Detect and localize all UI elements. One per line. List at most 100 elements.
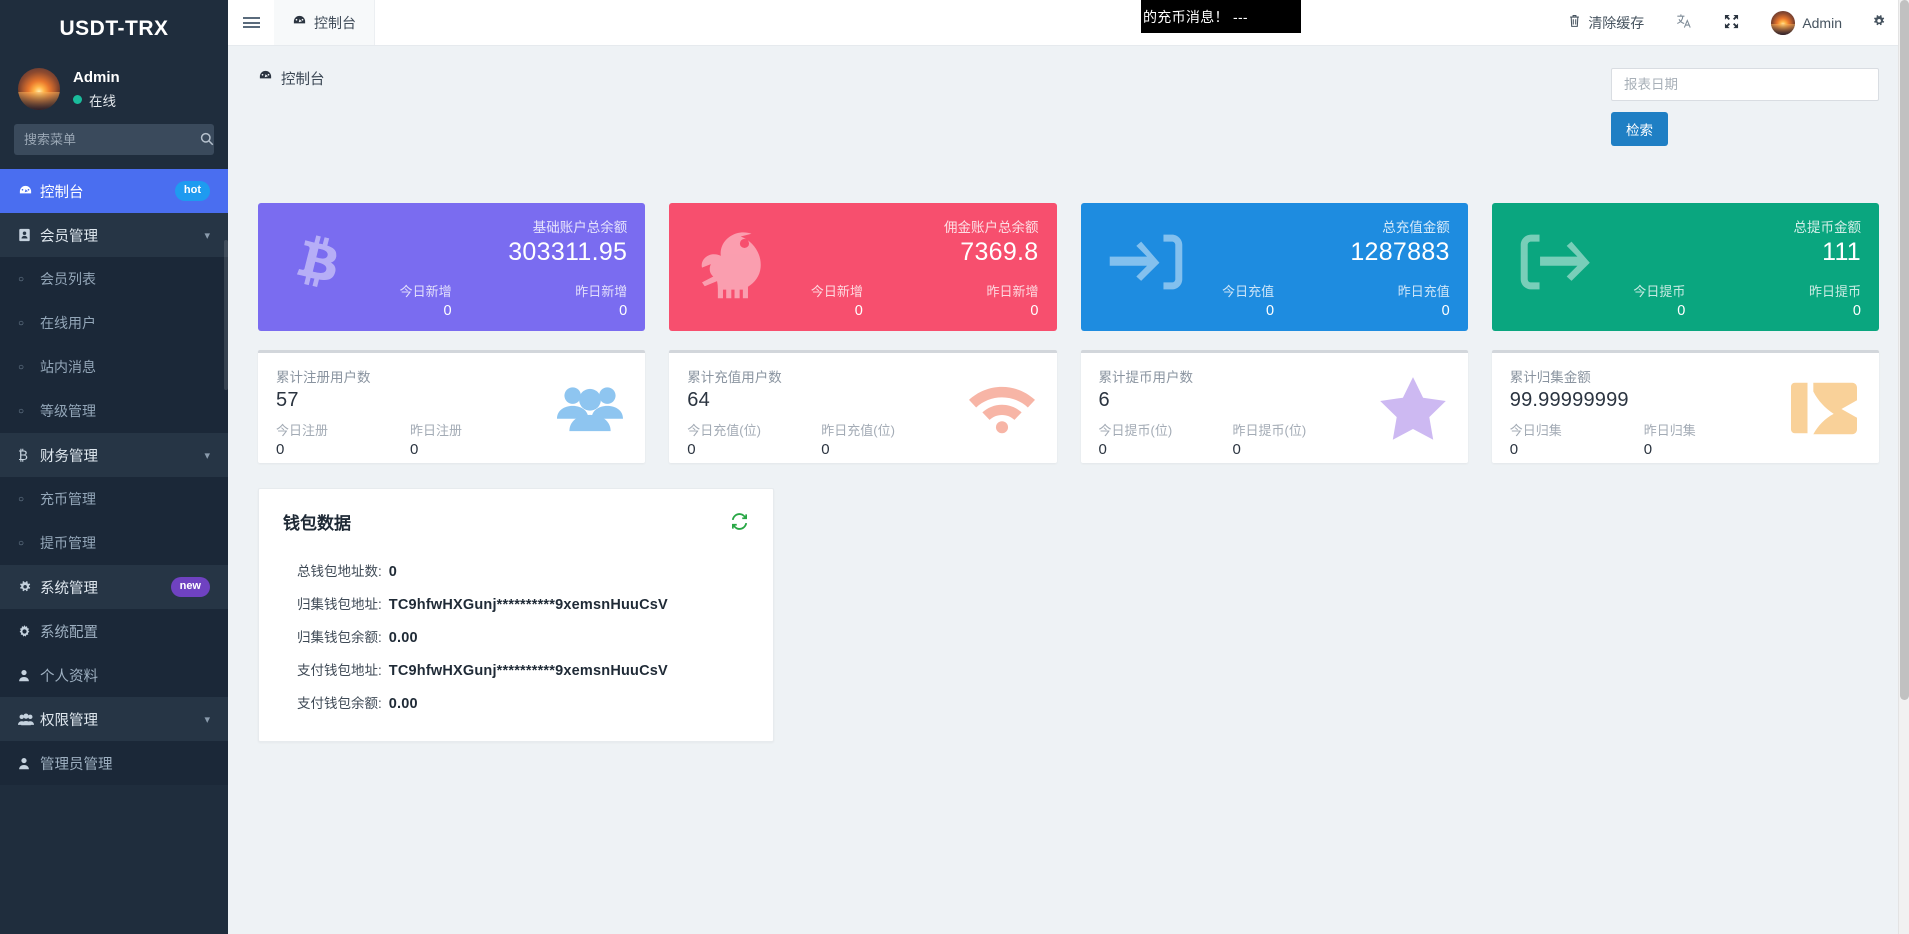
white-card-yesterday-label: 昨日充值(位) [821,420,955,439]
users-icon [18,713,40,726]
sidebar-item-finance-mgmt[interactable]: ₿ 财务管理 ▾ [0,433,228,477]
scrollbar-thumb[interactable] [1900,0,1909,700]
white-card-yesterday-label: 昨日归集 [1644,420,1778,439]
sidebar-search [0,124,228,169]
topbar-actions: 清除缓存 [1552,0,1909,45]
wallet-rows: 总钱包地址数: 0 归集钱包地址: TC9hfwHXGunj**********… [283,554,749,719]
search-icon[interactable] [200,132,214,148]
sidebar-item-label: 个人资料 [40,665,210,686]
stat-card-yesterday-label: 昨日新增 [452,281,628,300]
sidebar-item-label: 权限管理 [40,709,204,730]
circle-icon: ○ [18,494,40,505]
wallet-row-label: 归集钱包余额: [297,626,382,646]
clear-cache-button[interactable]: 清除缓存 [1552,0,1660,46]
language-button[interactable] [1660,0,1708,46]
sidebar-item-label: 系统配置 [40,621,210,642]
profile-status-label: 在线 [89,90,116,110]
sidebar-item-level-mgmt[interactable]: ○ 等级管理 [0,389,228,433]
wallet-row-label: 支付钱包余额: [297,692,382,712]
fullscreen-button[interactable] [1708,0,1755,46]
tab-label: 控制台 [314,13,356,33]
stat-card-title: 佣金账户总余额 [687,216,1038,236]
topbar: 控制台 的充币消息！ --- 清除缓存 [228,0,1909,46]
avatar-icon [1771,11,1795,35]
stat-card-yesterday-value: 0 [1274,303,1450,319]
white-card-registered-users: 累计注册用户数 57 今日注册0 昨日注册0 [258,350,645,463]
wallet-row: 归集钱包地址: TC9hfwHXGunj**********9xemsnHuuC… [283,587,749,620]
marquee-text: 的充币消息！ --- [1141,7,1248,27]
refresh-icon[interactable] [730,512,749,531]
user-icon [18,669,40,682]
sidebar-item-site-messages[interactable]: ○ 站内消息 [0,345,228,389]
white-card-today-value: 0 [1099,441,1233,458]
report-filter: 检索 [1611,68,1879,146]
sidebar-item-label: 财务管理 [40,445,204,466]
page-scrollbar[interactable] [1898,0,1909,934]
sidebar-item-withdraw-mgmt[interactable]: ○ 提币管理 [0,521,228,565]
wallet-row-label: 支付钱包地址: [297,659,382,679]
wallet-row-label: 总钱包地址数: [297,560,382,580]
tab-dashboard[interactable]: 控制台 [274,0,375,45]
trash-icon [1568,14,1581,31]
dashboard-icon [18,184,40,199]
sidebar-menu: 控制台 hot 会员管理 ▾ ○ 会员列表 ○ 在线用户 ○ 站内消息 [0,169,228,785]
sidebar-item-dashboard[interactable]: 控制台 hot [0,169,228,213]
app-root: USDT-TRX Admin 在线 [0,0,1909,934]
wallet-panel-header: 钱包数据 [283,509,749,534]
settings-button[interactable] [1858,0,1901,46]
stat-card-total-deposit: 总充值金额 1287883 今日充值0 昨日充值0 [1081,203,1468,331]
stat-card-yesterday-label: 昨日提币 [1685,281,1861,300]
search-button[interactable]: 检索 [1611,112,1668,146]
white-card-yesterday-value: 0 [1644,441,1778,458]
sidebar: USDT-TRX Admin 在线 [0,0,228,934]
user-menu-button[interactable]: Admin [1755,0,1858,46]
wallet-row: 支付钱包余额: 0.00 [283,686,749,719]
sidebar-item-system-mgmt[interactable]: 系统管理 new [0,565,228,609]
dashboard-icon [292,14,307,32]
sidebar-item-label: 会员管理 [40,225,204,246]
report-date-input[interactable] [1611,68,1879,101]
wallet-row: 支付钱包地址: TC9hfwHXGunj**********9xemsnHuuC… [283,653,749,686]
white-card-today-label: 今日提币(位) [1099,420,1233,439]
notification-marquee: 的充币消息！ --- [1141,0,1301,33]
white-card-today-value: 0 [276,441,410,458]
wallet-row-label: 归集钱包地址: [297,593,382,613]
sidebar-badge-new: new [171,577,210,596]
search-box[interactable] [14,124,214,155]
chevron-down-icon: ▾ [204,449,210,462]
sidebar-item-label: 在线用户 [40,313,210,333]
stat-card-today-label: 今日提币 [1510,281,1686,300]
sidebar-item-member-list[interactable]: ○ 会员列表 [0,257,228,301]
sidebar-item-label: 提币管理 [40,533,210,553]
sidebar-item-label: 充币管理 [40,489,210,509]
sidebar-item-member-mgmt[interactable]: 会员管理 ▾ [0,213,228,257]
wallet-row-value: TC9hfwHXGunj**********9xemsnHuuCsV [389,597,668,613]
sidebar-item-profile[interactable]: 个人资料 [0,653,228,697]
page-header: 控制台 检索 [228,46,1909,146]
sidebar-item-system-config[interactable]: 系统配置 [0,609,228,653]
sidebar-item-admin-mgmt[interactable]: 管理员管理 [0,741,228,785]
hamburger-icon[interactable] [228,0,274,45]
sidebar-item-permission-mgmt[interactable]: 权限管理 ▾ [0,697,228,741]
white-card-yesterday-value: 0 [821,441,955,458]
wallet-row-value: 0 [389,564,397,580]
cogs-icon [18,580,40,594]
sidebar-item-label: 系统管理 [40,577,171,598]
gear-icon [1872,14,1887,31]
language-icon [1676,13,1692,32]
sidebar-item-label: 站内消息 [40,357,210,377]
fullscreen-icon [1724,14,1739,32]
wallet-row: 总钱包地址数: 0 [283,554,749,587]
search-input[interactable] [24,132,200,147]
white-card-today-label: 今日充值(位) [687,420,821,439]
stat-card-today-value: 0 [1510,303,1686,319]
sidebar-item-deposit-mgmt[interactable]: ○ 充币管理 [0,477,228,521]
sidebar-item-online-users[interactable]: ○ 在线用户 [0,301,228,345]
wallet-row-value: 0.00 [389,696,418,712]
star-icon [1380,375,1446,441]
stat-card-title: 总充值金额 [1099,216,1450,236]
breadcrumb: 控制台 [258,68,325,89]
circle-icon: ○ [18,362,40,373]
chevron-down-icon: ▾ [204,713,210,726]
white-cards-row: 累计注册用户数 57 今日注册0 昨日注册0 累计充值用户数 64 今日充值(位… [228,350,1909,463]
